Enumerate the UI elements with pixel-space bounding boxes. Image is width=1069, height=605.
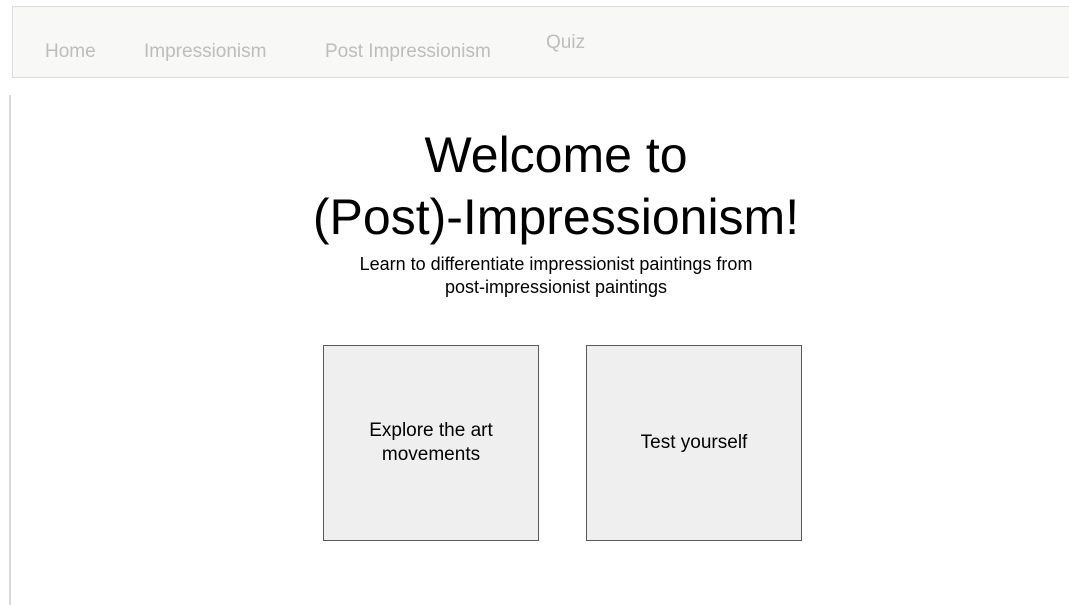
test-button-label: Test yourself [640,432,748,453]
nav-impressionism-link[interactable]: Impressionism [144,41,266,63]
left-divider [9,95,11,605]
page-subtitle-line-2: post-impressionist paintings [444,277,668,297]
test-yourself-button[interactable]: Test yourself [586,345,802,541]
page-subtitle: Learn to differentiate impressionist pai… [300,253,812,299]
nav-quiz-link[interactable]: Quiz [546,32,585,54]
nav-home-link[interactable]: Home [45,41,96,63]
page: Home Impressionism Post Impressionism Qu… [0,0,1069,605]
top-navbar: Home Impressionism Post Impressionism Qu… [12,6,1069,78]
nav-post-impressionism-link[interactable]: Post Impressionism [325,41,491,63]
page-title-line-2: (Post)-Impressionism! [312,189,800,245]
explore-art-movements-button[interactable]: Explore the art movements [323,345,539,541]
page-subtitle-line-1: Learn to differentiate impressionist pai… [359,254,753,274]
explore-button-label: Explore the art movements [369,420,493,465]
page-title-line-1: Welcome to [424,127,688,183]
page-title: Welcome to (Post)-Impressionism! [250,124,862,248]
